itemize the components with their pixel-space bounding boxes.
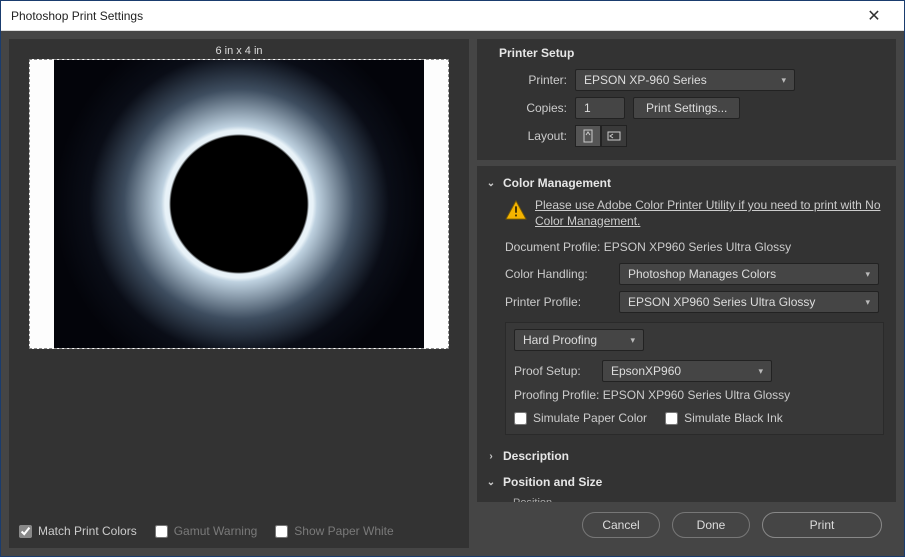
close-button[interactable]: ✕ [854, 3, 894, 29]
printer-dropdown[interactable]: EPSON XP-960 Series ▾ [575, 69, 795, 91]
show-paper-white-label: Show Paper White [294, 524, 393, 538]
printer-setup-title: Printer Setup [489, 43, 884, 66]
layout-toggle [575, 125, 627, 147]
color-handling-dropdown[interactable]: Photoshop Manages Colors ▾ [619, 263, 879, 285]
copies-label: Copies: [489, 101, 567, 115]
match-print-colors-input[interactable] [19, 525, 32, 538]
printer-profile-label: Printer Profile: [505, 295, 611, 309]
preview-options: Match Print Colors Gamut Warning Show Pa… [15, 516, 463, 542]
match-print-colors-label: Match Print Colors [38, 524, 137, 538]
color-management-title: Color Management [503, 176, 611, 190]
printer-profile-dropdown[interactable]: EPSON XP960 Series Ultra Glossy ▾ [619, 291, 879, 313]
portrait-icon [581, 129, 595, 143]
print-settings-window: Photoshop Print Settings ✕ 6 in x 4 in M… [0, 0, 905, 557]
position-size-toggle[interactable]: ⌄ Position and Size [483, 471, 888, 493]
simulate-black-ink-checkbox[interactable]: Simulate Black Ink [665, 411, 783, 425]
content-area: 6 in x 4 in Match Print Colors Gamut War… [1, 31, 904, 556]
chevron-down-icon: ▾ [758, 366, 763, 377]
chevron-down-icon: ▾ [781, 75, 786, 86]
gamut-warning-label: Gamut Warning [174, 524, 258, 538]
color-handling-value: Photoshop Manages Colors [628, 267, 776, 281]
proofing-profile-line: Proofing Profile: EPSON XP960 Series Ult… [514, 385, 875, 408]
description-toggle[interactable]: › Description [483, 445, 888, 467]
chevron-down-icon: ▾ [630, 335, 635, 346]
position-subheading: Position [483, 493, 888, 502]
document-profile-line: Document Profile: EPSON XP960 Series Ult… [505, 237, 884, 260]
simulate-paper-color-input[interactable] [514, 412, 527, 425]
proof-setup-label: Proof Setup: [514, 364, 594, 378]
match-print-colors-checkbox[interactable]: Match Print Colors [19, 524, 137, 538]
chevron-down-icon: ▾ [865, 297, 870, 308]
landscape-icon [607, 129, 621, 143]
simulate-black-ink-label: Simulate Black Ink [684, 411, 783, 425]
paper-size-label: 6 in x 4 in [15, 45, 463, 57]
printer-label: Printer: [489, 73, 567, 87]
chevron-down-icon: ⌄ [485, 477, 497, 488]
print-settings-button[interactable]: Print Settings... [633, 97, 740, 119]
copies-input[interactable]: 1 [575, 97, 625, 119]
layout-label: Layout: [489, 129, 567, 143]
proofing-mode-value: Hard Proofing [523, 333, 597, 347]
preview-box: 6 in x 4 in [15, 45, 463, 349]
color-management-section: ⌄ Color Management Please use Adobe Colo… [483, 172, 888, 441]
show-paper-white-checkbox[interactable]: Show Paper White [275, 524, 393, 538]
gamut-warning-input[interactable] [155, 525, 168, 538]
layout-landscape-button[interactable] [601, 125, 627, 147]
cancel-button[interactable]: Cancel [582, 512, 660, 538]
proof-setup-dropdown[interactable]: EpsonXP960 ▾ [602, 360, 772, 382]
proofing-mode-dropdown[interactable]: Hard Proofing ▾ [514, 329, 644, 351]
show-paper-white-input[interactable] [275, 525, 288, 538]
paper-preview[interactable] [29, 59, 449, 349]
position-size-title: Position and Size [503, 475, 602, 489]
gamut-warning-checkbox[interactable]: Gamut Warning [155, 524, 258, 538]
color-management-toggle[interactable]: ⌄ Color Management [483, 172, 888, 194]
color-handling-label: Color Handling: [505, 267, 611, 281]
done-button[interactable]: Done [672, 512, 750, 538]
print-button[interactable]: Print [762, 512, 882, 538]
simulate-black-ink-input[interactable] [665, 412, 678, 425]
color-utility-link[interactable]: Please use Adobe Color Printer Utility i… [535, 198, 884, 229]
chevron-right-icon: › [485, 451, 497, 462]
titlebar: Photoshop Print Settings ✕ [1, 1, 904, 31]
settings-panel: Printer Setup Printer: EPSON XP-960 Seri… [477, 39, 896, 548]
chevron-down-icon: ▾ [865, 269, 870, 280]
simulate-paper-color-checkbox[interactable]: Simulate Paper Color [514, 411, 647, 425]
preview-panel: 6 in x 4 in Match Print Colors Gamut War… [9, 39, 469, 548]
printer-value: EPSON XP-960 Series [584, 73, 707, 87]
proof-setup-value: EpsonXP960 [611, 364, 681, 378]
simulate-paper-color-label: Simulate Paper Color [533, 411, 647, 425]
settings-scroll[interactable]: ⌄ Color Management Please use Adobe Colo… [477, 166, 896, 502]
printer-setup-section: Printer Setup Printer: EPSON XP-960 Seri… [477, 39, 896, 160]
warning-icon [505, 200, 527, 220]
position-size-section: ⌄ Position and Size Position [483, 471, 888, 502]
preview-image [54, 60, 424, 348]
chevron-down-icon: ⌄ [485, 178, 497, 189]
proofing-box: Hard Proofing ▾ Proof Setup: EpsonXP960 … [505, 322, 884, 435]
layout-portrait-button[interactable] [575, 125, 601, 147]
description-section: › Description [483, 445, 888, 467]
window-title: Photoshop Print Settings [11, 9, 854, 23]
printer-profile-value: EPSON XP960 Series Ultra Glossy [628, 295, 815, 309]
description-title: Description [503, 449, 569, 463]
dialog-footer: Cancel Done Print [477, 502, 896, 548]
